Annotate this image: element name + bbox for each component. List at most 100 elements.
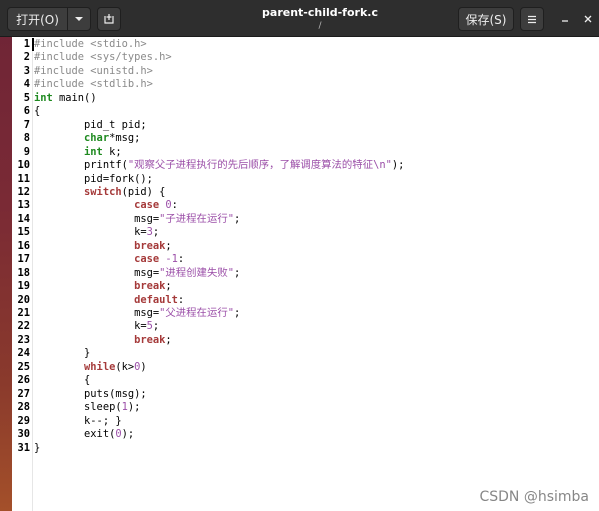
code-token: ; — [165, 333, 172, 346]
code-text: #include <sys/types.h> — [34, 51, 172, 64]
code-text: #include <unistd.h> — [34, 65, 153, 78]
line-number: 18 — [17, 266, 30, 279]
code-token: sleep( — [34, 401, 122, 414]
code-token: { — [34, 105, 41, 118]
code-token: break — [134, 333, 166, 346]
open-button-label: 打开(O) — [16, 12, 59, 27]
code-token: (k> — [115, 360, 135, 373]
line-number: 22 — [17, 320, 30, 333]
code-text: break; — [34, 240, 172, 253]
code-token: k--; } — [34, 414, 122, 427]
code-token: char — [84, 132, 110, 145]
code-token: #include <unistd.h> — [34, 64, 153, 77]
line-number: 25 — [17, 360, 30, 373]
code-text: { — [34, 105, 40, 118]
line-number: 14 — [17, 212, 30, 225]
code-token: : — [177, 293, 185, 306]
line-number: 20 — [17, 293, 30, 306]
code-token: ; — [165, 280, 172, 293]
code-text: pid_t pid; — [34, 119, 147, 132]
minimize-button[interactable] — [553, 7, 577, 31]
code-token: exit( — [34, 428, 116, 441]
headerbar: 打开(O) parent-child-fork.c / 保存(S) — [0, 0, 599, 37]
code-token: break — [134, 280, 166, 293]
code-text: case -1: — [34, 253, 184, 266]
code-text: while(k>0) — [34, 361, 147, 374]
close-button[interactable] — [576, 7, 599, 31]
open-menu-button[interactable] — [67, 7, 91, 31]
code-token: case — [134, 253, 160, 266]
line-number: 4 — [23, 78, 30, 91]
minimize-icon — [562, 20, 568, 22]
save-button-label: 保存(S) — [465, 12, 507, 27]
line-number: 23 — [17, 333, 30, 346]
line-number: 5 — [23, 91, 30, 104]
line-number: 16 — [17, 239, 30, 252]
line-number: 30 — [17, 428, 30, 441]
code-token: msg= — [34, 307, 160, 319]
line-number: 31 — [17, 441, 30, 454]
code-text: break; — [34, 280, 172, 293]
new-document-icon — [104, 14, 114, 24]
code-text: switch(pid) { — [34, 186, 165, 199]
code-text: k--; } — [34, 415, 122, 428]
line-number: 13 — [17, 199, 30, 212]
code-text: int main() — [34, 92, 97, 105]
code-token: break — [134, 239, 166, 252]
code-text: k=3; — [34, 226, 159, 239]
line-number: 7 — [23, 118, 30, 131]
code-text: exit(0); — [34, 428, 134, 441]
code-text: } — [34, 347, 90, 360]
code-text: { — [34, 374, 90, 387]
code-token: ; — [233, 212, 241, 225]
code-text: } — [34, 442, 40, 455]
desktop-background-strip — [0, 0, 12, 511]
line-number: 11 — [17, 172, 30, 185]
code-token: k; — [102, 145, 122, 158]
code-token: ; — [233, 266, 241, 279]
chevron-down-icon — [75, 17, 83, 21]
code-token: { — [34, 374, 91, 387]
code-text: case 0: — [34, 199, 178, 212]
code-editor[interactable]: 1 #include <stdio.h> 2 #include <sys/types.… — [12, 38, 599, 511]
close-icon — [584, 15, 592, 23]
code-token: puts(msg); — [34, 387, 147, 400]
code-token: int — [34, 91, 53, 104]
line-number: 10 — [17, 159, 30, 172]
code-token: #include <stdio.h> — [34, 38, 147, 50]
code-token: switch — [84, 185, 122, 198]
code-text: #include <stdio.h> — [34, 38, 147, 51]
code-token: #include <sys/types.h> — [34, 51, 172, 64]
open-button[interactable]: 打开(O) — [7, 7, 68, 31]
line-number: 19 — [17, 280, 30, 293]
hamburger-menu-icon — [528, 15, 536, 23]
code-token: ); — [127, 401, 141, 414]
line-number: 21 — [17, 307, 30, 319]
new-document-button[interactable] — [97, 7, 121, 31]
code-token: "子进程在运行" — [159, 212, 234, 225]
code-token: "观察父子进程执行的先后顺序，了解调度算法的特征\n" — [127, 159, 392, 172]
code-token: msg= — [34, 212, 160, 225]
save-button[interactable]: 保存(S) — [458, 7, 514, 31]
text-cursor — [32, 38, 34, 51]
line-number: 15 — [17, 226, 30, 239]
code-text: puts(msg); — [34, 388, 147, 401]
line-number: 27 — [17, 387, 30, 400]
line-number: 6 — [23, 105, 30, 118]
main-menu-button[interactable] — [520, 7, 544, 31]
code-token: int — [84, 145, 103, 158]
code-token: msg= — [34, 266, 160, 279]
code-text: msg="进程创建失败"; — [34, 267, 240, 280]
line-number: 8 — [23, 132, 30, 145]
code-token: : — [177, 253, 185, 266]
code-token: *msg; — [109, 132, 141, 145]
